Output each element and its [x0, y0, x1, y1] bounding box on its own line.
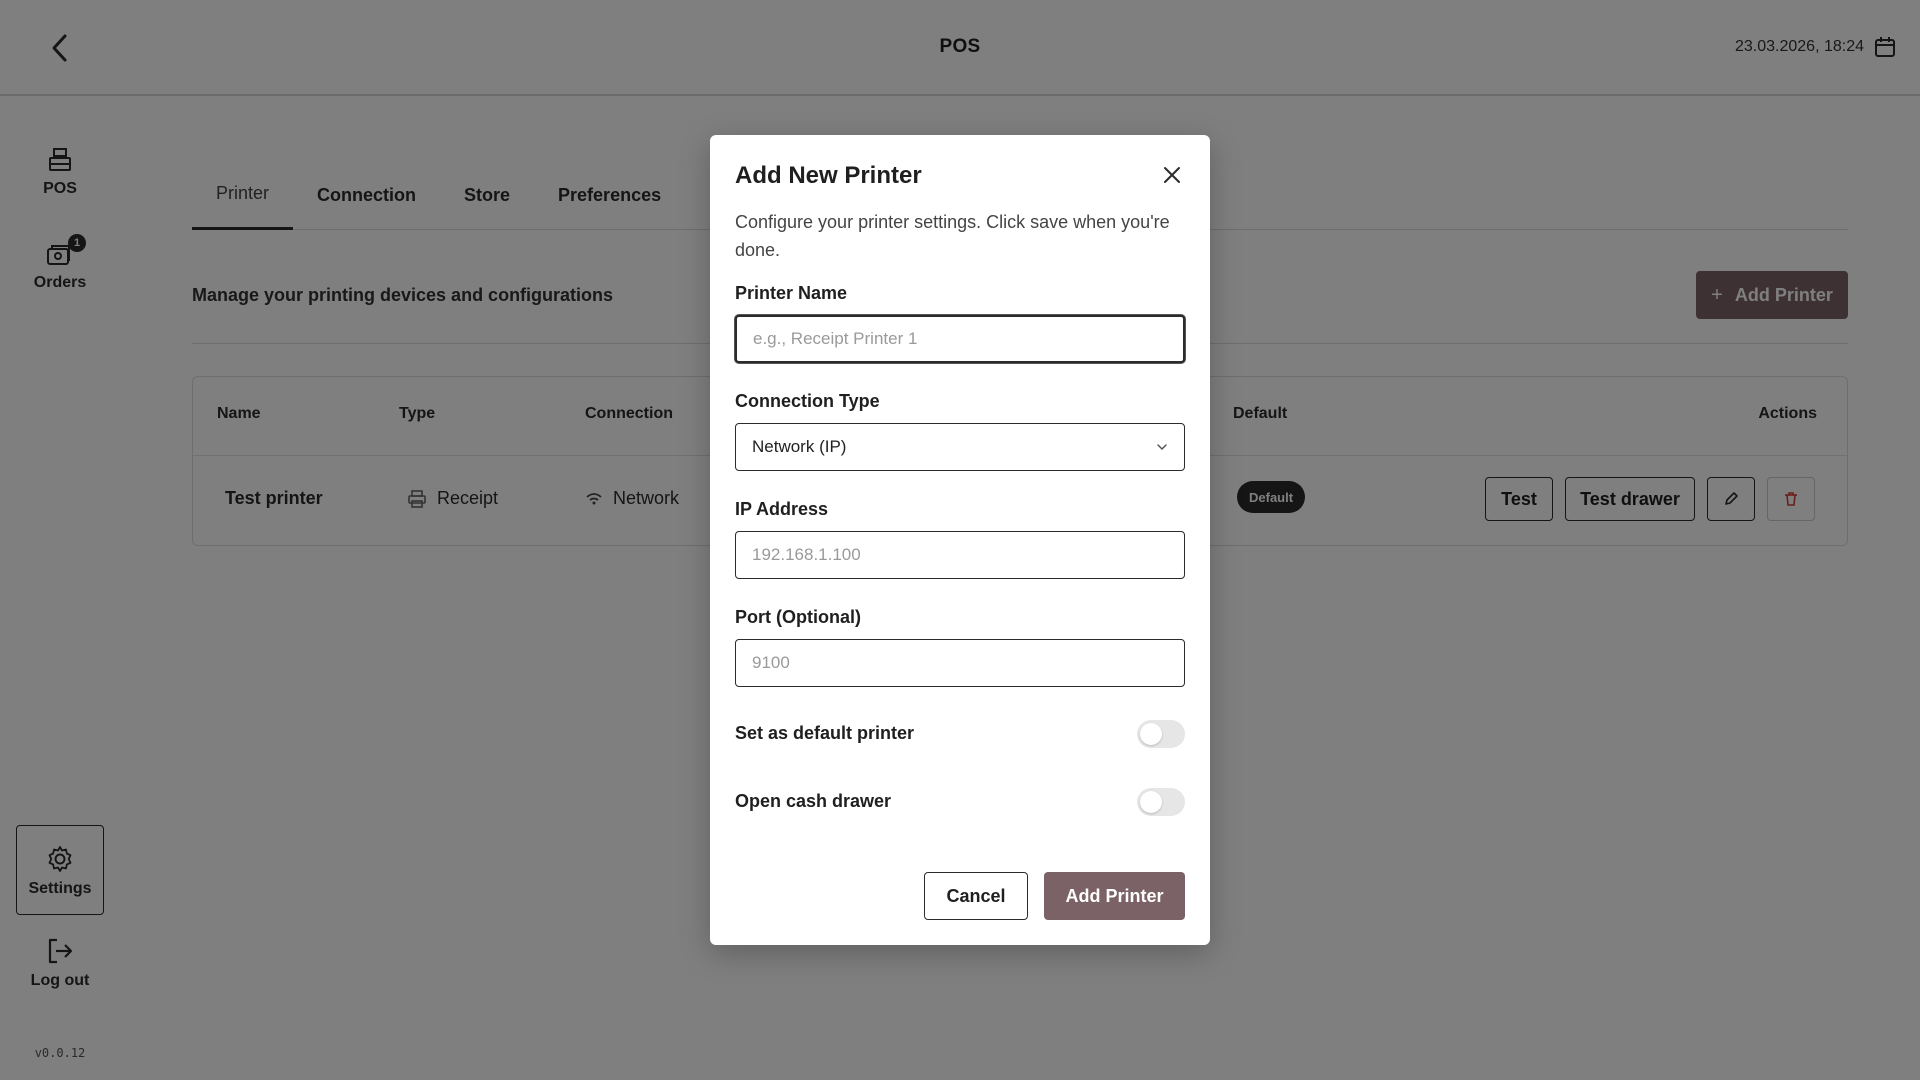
open-drawer-toggle[interactable] — [1137, 788, 1185, 816]
dialog-description: Configure your printer settings. Click s… — [735, 212, 1170, 260]
connection-type-value: Network (IP) — [752, 437, 847, 456]
default-printer-label: Set as default printer — [735, 723, 915, 743]
add-printer-dialog: Add New Printer Configure your printer s… — [710, 135, 1210, 945]
ip-address-input[interactable] — [735, 531, 1185, 579]
printer-name-input[interactable] — [735, 315, 1185, 363]
close-icon — [1164, 167, 1180, 183]
connection-type-select[interactable]: Network (IP) — [735, 423, 1185, 471]
cancel-button[interactable]: Cancel — [924, 872, 1028, 920]
chevron-down-icon — [1157, 444, 1167, 451]
port-label: Port (Optional) — [735, 607, 861, 627]
toggle-knob — [1140, 723, 1162, 745]
toggle-knob — [1140, 791, 1162, 813]
port-input[interactable] — [735, 639, 1185, 687]
submit-add-printer-button[interactable]: Add Printer — [1044, 872, 1185, 920]
close-button[interactable] — [1158, 161, 1186, 189]
open-drawer-label: Open cash drawer — [735, 791, 892, 811]
ip-address-label: IP Address — [735, 499, 829, 519]
default-printer-toggle[interactable] — [1137, 720, 1185, 748]
printer-name-label: Printer Name — [735, 283, 848, 303]
dialog-title: Add New Printer — [735, 162, 922, 189]
connection-type-label: Connection Type — [735, 391, 880, 411]
